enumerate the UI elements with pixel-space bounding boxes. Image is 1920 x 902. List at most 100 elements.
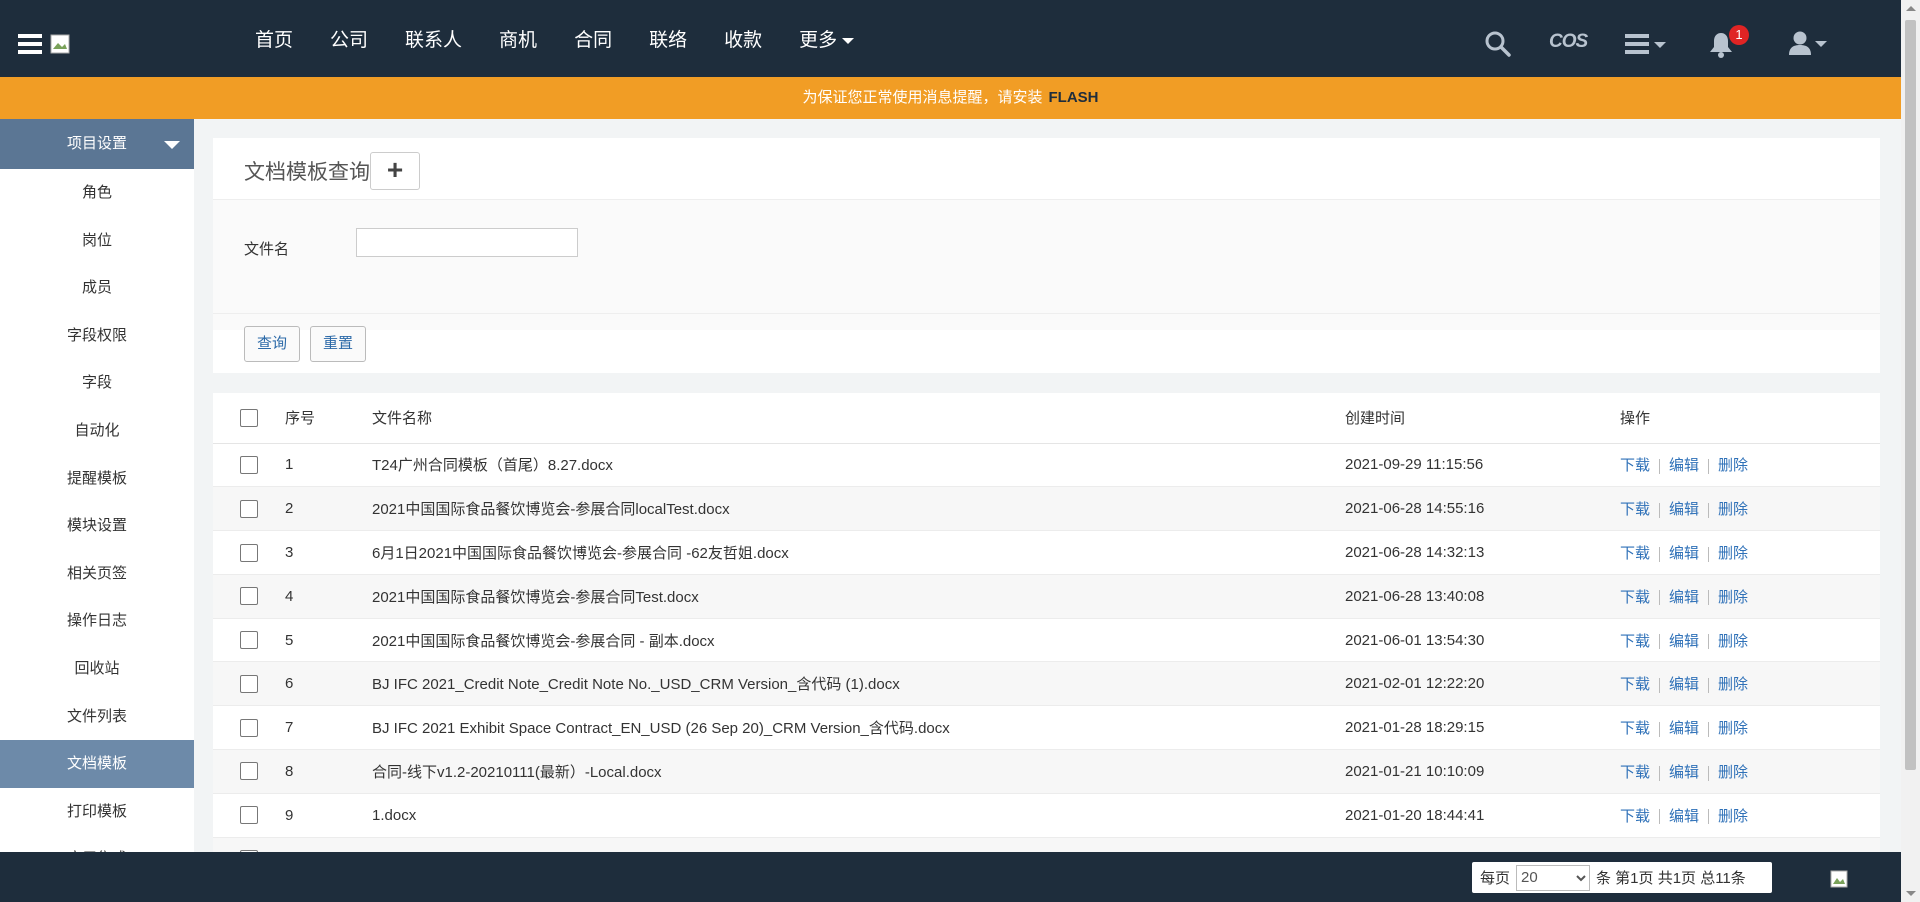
- sidebar-item[interactable]: 成员: [0, 264, 194, 312]
- page-scrollbar[interactable]: [1901, 0, 1920, 902]
- sidebar-item[interactable]: 回收站: [0, 645, 194, 693]
- per-page-select[interactable]: 20: [1516, 864, 1591, 891]
- cell-filename: [372, 837, 1345, 853]
- cell-filename: BJ IFC 2021_Credit Note_Credit Note No._…: [372, 676, 900, 694]
- divider: [1708, 721, 1710, 737]
- nav-company[interactable]: 公司: [330, 25, 368, 52]
- sidebar-item[interactable]: 操作日志: [0, 597, 194, 645]
- edit-link[interactable]: 编辑: [1669, 808, 1699, 825]
- flash-banner-text: 为保证您正常使用消息提醒，请安装: [802, 89, 1043, 106]
- top-navigation-bar: 首页 公司 联系人 商机 合同 联络 收款 更多 COS 1: [0, 0, 1901, 77]
- edit-link[interactable]: 编辑: [1669, 764, 1699, 781]
- user-account-icon[interactable]: [1788, 30, 1828, 56]
- divider: [1659, 634, 1661, 650]
- search-form: 文件名: [213, 200, 1880, 330]
- sidebar-item[interactable]: 应用集成: [0, 835, 194, 852]
- delete-link[interactable]: 删除: [1718, 676, 1748, 693]
- edit-link[interactable]: 编辑: [1669, 545, 1699, 562]
- nav-home[interactable]: 首页: [255, 25, 293, 52]
- download-link[interactable]: 下载: [1620, 633, 1650, 650]
- row-checkbox[interactable]: [240, 631, 258, 650]
- download-link[interactable]: 下载: [1620, 545, 1650, 562]
- table-row: 3 6月1日2021中国国际食品餐饮博览会-参展合同 -62友哲姐.docx 202…: [213, 531, 1880, 575]
- edit-link[interactable]: 编辑: [1669, 633, 1699, 650]
- query-button[interactable]: 查询: [244, 326, 300, 362]
- sidebar-item[interactable]: 角色: [0, 169, 194, 217]
- delete-link[interactable]: 删除: [1718, 589, 1748, 606]
- scrollbar-thumb[interactable]: [1905, 20, 1916, 770]
- cell-created-time: [1345, 837, 1620, 853]
- delete-link[interactable]: 删除: [1718, 633, 1748, 650]
- edit-link[interactable]: 编辑: [1669, 589, 1699, 606]
- row-checkbox[interactable]: [240, 543, 258, 562]
- row-checkbox[interactable]: [240, 718, 258, 737]
- sidebar-item[interactable]: 字段: [0, 359, 194, 407]
- download-link[interactable]: 下载: [1620, 589, 1650, 606]
- divider: [1708, 765, 1710, 781]
- download-link[interactable]: 下载: [1620, 808, 1650, 825]
- list-menu-icon[interactable]: [1625, 33, 1667, 55]
- sidebar-item[interactable]: 提醒模板: [0, 455, 194, 503]
- cell-created-time: 2021-06-28 14:55:16: [1345, 500, 1485, 518]
- cell-seq: 3: [285, 543, 294, 561]
- download-link[interactable]: 下载: [1620, 676, 1650, 693]
- edit-link[interactable]: 编辑: [1669, 720, 1699, 737]
- nav-payments[interactable]: 收款: [724, 25, 762, 52]
- search-icon[interactable]: [1484, 30, 1512, 58]
- delete-link[interactable]: 删除: [1718, 545, 1748, 562]
- nav-communications[interactable]: 联络: [649, 25, 687, 52]
- bottom-bar: 每页 20 条 第1页 共1页 总11条: [0, 852, 1901, 902]
- hamburger-menu-icon[interactable]: [18, 34, 42, 54]
- reset-button[interactable]: 重置: [310, 326, 366, 362]
- sidebar-item[interactable]: 模块设置: [0, 502, 194, 550]
- sidebar-item[interactable]: 文件列表: [0, 693, 194, 741]
- nav-contacts[interactable]: 联系人: [405, 25, 462, 52]
- flash-link[interactable]: FLASH: [1049, 89, 1099, 106]
- cell-created-time: 2021-01-21 10:10:09: [1345, 762, 1485, 780]
- sidebar-item[interactable]: 文档模板: [0, 740, 194, 788]
- row-checkbox[interactable]: [240, 762, 258, 781]
- divider: [1708, 677, 1710, 693]
- edit-link[interactable]: 编辑: [1669, 676, 1699, 693]
- sidebar-item[interactable]: 岗位: [0, 217, 194, 265]
- divider: [1708, 502, 1710, 518]
- cos-icon[interactable]: COS: [1549, 31, 1588, 53]
- nav-opportunities[interactable]: 商机: [499, 25, 537, 52]
- sidebar-item[interactable]: 字段权限: [0, 312, 194, 360]
- row-checkbox[interactable]: [240, 674, 258, 693]
- cell-created-time: 2021-06-28 13:40:08: [1345, 587, 1485, 605]
- download-link[interactable]: 下载: [1620, 764, 1650, 781]
- filename-input[interactable]: [356, 228, 578, 257]
- delete-link[interactable]: 删除: [1718, 457, 1748, 474]
- delete-link[interactable]: 删除: [1718, 501, 1748, 518]
- row-checkbox[interactable]: [240, 455, 258, 474]
- divider: [1708, 634, 1710, 650]
- add-template-button[interactable]: +: [370, 152, 420, 190]
- delete-link[interactable]: 删除: [1718, 808, 1748, 825]
- select-all-checkbox[interactable]: [240, 408, 258, 427]
- chevron-down-icon: [842, 37, 855, 44]
- scroll-up-icon[interactable]: [1906, 6, 1916, 11]
- cell-seq: 1: [285, 456, 294, 474]
- download-link[interactable]: 下载: [1620, 720, 1650, 737]
- sidebar-section-project-settings[interactable]: 项目设置: [0, 119, 194, 169]
- download-link[interactable]: 下载: [1620, 501, 1650, 518]
- delete-link[interactable]: 删除: [1718, 720, 1748, 737]
- cell-filename: 6月1日2021中国国际食品餐饮博览会-参展合同 -62友哲姐.docx: [372, 544, 789, 562]
- sidebar-item[interactable]: 打印模板: [0, 788, 194, 836]
- nav-contracts[interactable]: 合同: [574, 25, 612, 52]
- cell-operations: 下载 编辑 删除: [1620, 706, 1880, 750]
- sidebar-item[interactable]: 自动化: [0, 407, 194, 455]
- divider: [1708, 458, 1710, 474]
- row-checkbox[interactable]: [240, 499, 258, 518]
- main-nav: 首页 公司 联系人 商机 合同 联络 收款 更多: [255, 0, 891, 77]
- edit-link[interactable]: 编辑: [1669, 457, 1699, 474]
- nav-more[interactable]: 更多: [799, 25, 855, 52]
- edit-link[interactable]: 编辑: [1669, 501, 1699, 518]
- delete-link[interactable]: 删除: [1718, 764, 1748, 781]
- sidebar-item[interactable]: 相关页签: [0, 550, 194, 598]
- download-link[interactable]: 下载: [1620, 457, 1650, 474]
- scroll-down-icon[interactable]: [1906, 891, 1916, 896]
- row-checkbox[interactable]: [240, 806, 258, 825]
- row-checkbox[interactable]: [240, 587, 258, 606]
